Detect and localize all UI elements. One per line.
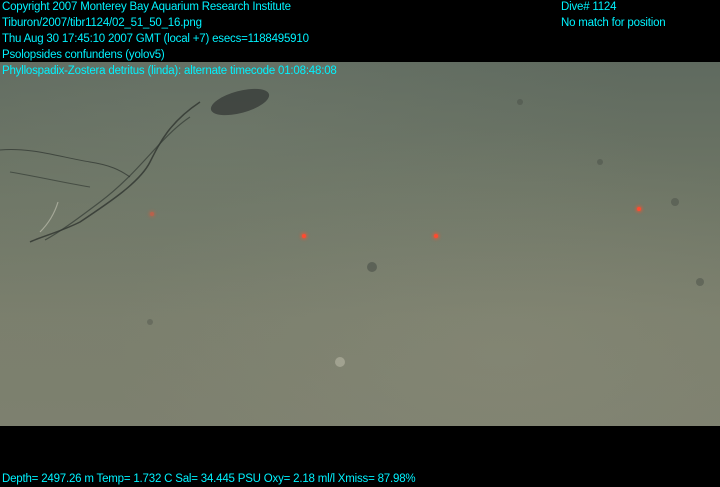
burrow <box>517 99 523 105</box>
sea-cucumber <box>210 88 270 116</box>
laser-dot <box>302 234 306 238</box>
video-frame: Copyright 2007 Monterey Bay Aquarium Res… <box>0 0 720 486</box>
laser-dot <box>637 207 641 211</box>
burrow <box>597 159 603 165</box>
pale-object <box>335 357 345 367</box>
detritus-strand <box>39 201 59 233</box>
datetime-text: Thu Aug 30 17:45:10 2007 GMT (local +7) … <box>2 33 309 45</box>
burrow <box>147 319 153 325</box>
burrow <box>367 262 377 272</box>
annotation-2-text: Phyllospadix-Zostera detritus (linda): a… <box>2 65 337 77</box>
telemetry-text: Depth= 2497.26 m Temp= 1.732 C Sal= 34.4… <box>2 473 416 485</box>
dive-number-text: Dive# 1124 <box>561 1 617 13</box>
detritus-strand <box>44 116 191 241</box>
filename-text: Tiburon/2007/tibr1124/02_51_50_16.png <box>2 17 202 29</box>
annotation-1-text: Psolopsides confundens (yolov5) <box>2 49 165 61</box>
position-status-text: No match for position <box>561 17 666 29</box>
laser-dot <box>434 234 438 238</box>
seafloor-image <box>0 62 720 426</box>
detritus-strand <box>9 171 91 188</box>
seafloor-features <box>0 88 704 367</box>
laser-dot <box>150 212 154 216</box>
detritus-strand <box>0 148 131 178</box>
copyright-text: Copyright 2007 Monterey Bay Aquarium Res… <box>2 1 291 13</box>
detritus-strand <box>29 101 201 243</box>
burrow <box>671 198 679 206</box>
burrow <box>696 278 704 286</box>
